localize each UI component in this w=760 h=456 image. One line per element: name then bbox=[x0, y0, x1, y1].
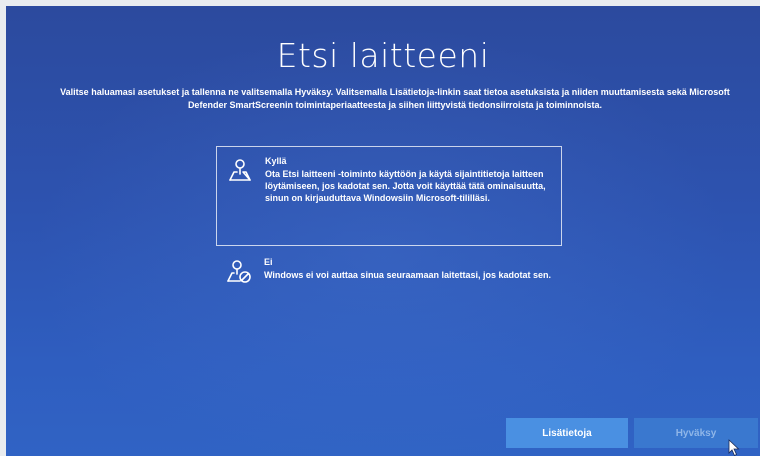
option-yes-text: Kyllä Ota Etsi laitteeni -toiminto käytt… bbox=[265, 155, 553, 204]
mouse-cursor-icon bbox=[728, 439, 740, 456]
option-yes-body: Ota Etsi laitteeni -toiminto käyttöön ja… bbox=[265, 169, 546, 203]
page-title: Etsi laitteeni bbox=[276, 36, 490, 75]
location-pin-map-icon bbox=[227, 157, 253, 183]
more-info-button[interactable]: Lisätietoja bbox=[506, 418, 628, 448]
oobe-screen: Etsi laitteeni Valitse haluamasi asetuks… bbox=[6, 6, 760, 456]
option-yes-title: Kyllä bbox=[265, 156, 287, 166]
option-no-body: Windows ei voi auttaa sinua seuraamaan l… bbox=[264, 270, 552, 280]
option-no-title: Ei bbox=[264, 257, 273, 267]
option-no-text: Ei Windows ei voi auttaa sinua seuraamaa… bbox=[264, 256, 551, 281]
option-no[interactable]: Ei Windows ei voi auttaa sinua seuraamaa… bbox=[216, 250, 562, 310]
option-yes[interactable]: Kyllä Ota Etsi laitteeni -toiminto käytt… bbox=[216, 146, 562, 246]
location-off-icon bbox=[226, 258, 252, 284]
page-description: Valitse haluamasi asetukset ja tallenna … bbox=[60, 87, 730, 110]
